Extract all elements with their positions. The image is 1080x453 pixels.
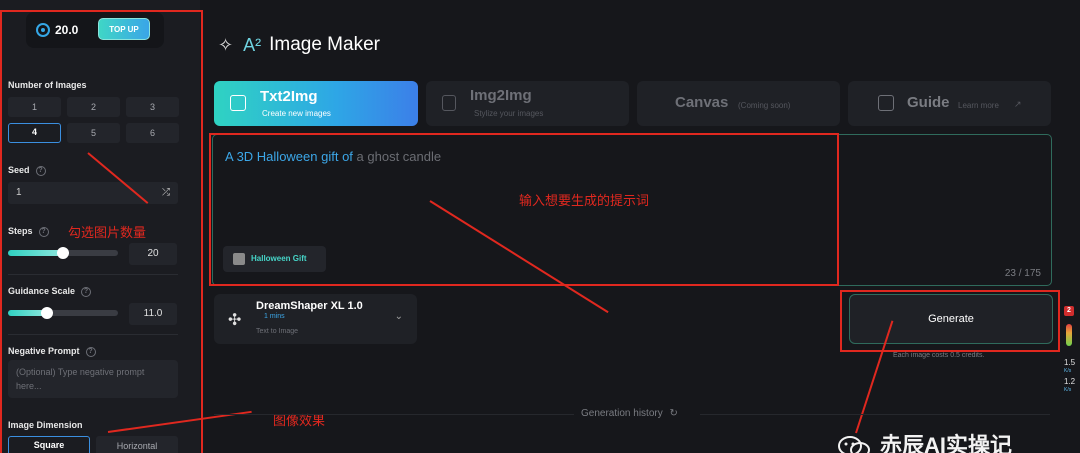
watermark: 赤辰AI实操记 [838, 428, 1012, 453]
tab-title: Canvas [675, 94, 729, 111]
notification-badge: 2 [1064, 306, 1074, 316]
annotation-input-prompt: 输入想要生成的提示词 [519, 193, 650, 208]
generation-history-link[interactable]: Generation history ↻ [581, 408, 678, 419]
text-document-icon [230, 95, 246, 111]
refresh-icon[interactable]: ↻ [670, 408, 678, 419]
image-panels-icon [442, 95, 456, 111]
annotation-select-count: 勾选图片数量 [68, 225, 147, 240]
speed-down: 1.2 [1064, 377, 1076, 386]
divider [214, 414, 574, 415]
divider [700, 414, 1050, 415]
tab-title: Guide [907, 94, 950, 111]
app-logo: A² [243, 34, 262, 55]
annotation-image-effect: 图像效果 [273, 413, 326, 428]
model-selector[interactable]: ✣ DreamShaper XL 1.0 1 mins Text to Imag… [214, 294, 417, 344]
speed-down-unit: K/s [1064, 387, 1072, 393]
history-label: Generation history [581, 408, 663, 419]
tab-guide[interactable]: Guide Learn more ↗ [848, 81, 1051, 126]
model-name: DreamShaper XL 1.0 [256, 300, 363, 312]
page-header: ✧ A² Image Maker [218, 30, 380, 60]
tab-title: Img2Img [470, 87, 532, 104]
speed-up-unit: K/s [1064, 368, 1072, 374]
tab-subtitle: Learn more [958, 101, 999, 110]
external-link-icon: ↗ [1014, 99, 1022, 109]
tab-img2img[interactable]: Img2Img Stylize your images [426, 81, 629, 126]
page-title: Image Maker [269, 34, 380, 55]
wechat-icon [838, 436, 870, 453]
book-icon [878, 95, 894, 111]
speed-up: 1.5 [1064, 358, 1076, 367]
battery-icon [1066, 324, 1072, 346]
credit-cost-note: Each image costs 0.5 credits. [893, 352, 985, 359]
chevron-down-icon: ⌄ [394, 311, 403, 322]
magic-wand-icon: ✧ [218, 34, 234, 55]
model-type: Text to Image [256, 328, 299, 335]
tab-subtitle: (Coming soon) [738, 101, 791, 110]
character-counter: 23 / 175 [1004, 268, 1041, 279]
model-time: 1 mins [264, 313, 285, 320]
model-icon: ✣ [228, 312, 242, 329]
tab-subtitle: Create new images [262, 109, 331, 118]
tab-canvas[interactable]: Canvas (Coming soon) [637, 81, 840, 126]
annotation-box-prompt [209, 133, 839, 286]
annotation-box-generate [840, 290, 1060, 352]
watermark-text: 赤辰AI实操记 [880, 433, 1013, 453]
tab-title: Txt2Img [260, 88, 318, 105]
tab-txt2img[interactable]: Txt2Img Create new images [214, 81, 418, 126]
tab-subtitle: Stylize your images [474, 109, 544, 118]
